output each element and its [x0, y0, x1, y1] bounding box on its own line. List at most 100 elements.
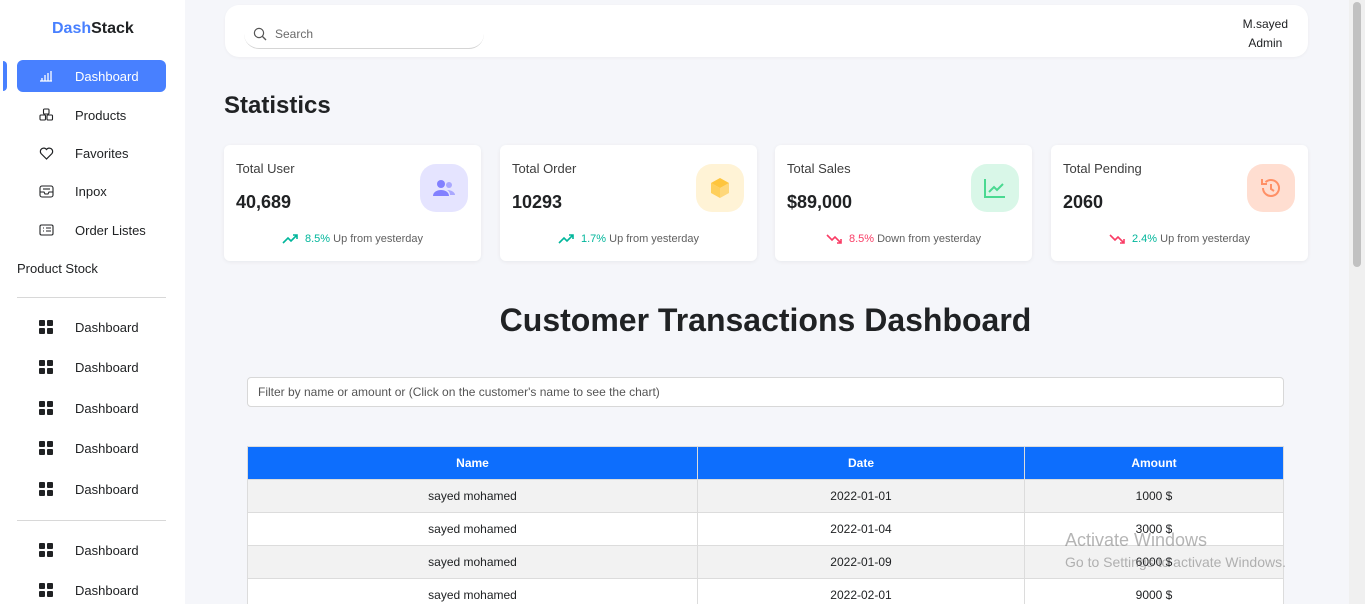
amount-cell: 9000 $: [1024, 578, 1284, 604]
stat-card-trend: 8.5% Up from yesterday: [224, 233, 481, 245]
sidebar-item-label: Products: [75, 107, 127, 123]
active-indicator: [3, 61, 7, 91]
stat-card-total-order: Total Order 10293 1.7% Up from yesterday: [500, 145, 757, 261]
vertical-scrollbar[interactable]: [1349, 0, 1365, 604]
sidebar: DashStack Dashboard Products Favorites I…: [0, 0, 185, 604]
trend-value: 8.5%: [848, 233, 875, 245]
date-cell: 2022-01-09: [697, 545, 1025, 579]
heart-icon: [39, 147, 69, 160]
transactions-title: Customer Transactions Dashboard: [499, 302, 1032, 338]
stat-card-total-pending: Total Pending 2060 2.4% Up from yesterda…: [1051, 145, 1308, 261]
trend-value: 1.7%: [580, 233, 607, 245]
bar-chart-icon: [39, 70, 69, 82]
user-profile[interactable]: M.sayed Admin: [1243, 15, 1288, 53]
search-input[interactable]: [275, 26, 465, 41]
amount-cell: 3000 $: [1024, 512, 1284, 546]
sidebar-item-order-lists[interactable]: Order Listes: [17, 214, 166, 246]
stat-card-title: Total Order: [512, 161, 577, 176]
sidebar-item-label: Inpox: [75, 183, 107, 199]
grid-icon: [39, 401, 69, 415]
user-name: M.sayed: [1242, 17, 1288, 31]
trend-text: Down from yesterday: [877, 233, 982, 245]
customer-name-cell[interactable]: sayed mohamed: [247, 545, 698, 579]
stat-card-value: $89,000: [787, 192, 853, 212]
sidebar-item-products[interactable]: Products: [17, 99, 166, 131]
grid-icon: [39, 543, 69, 557]
column-header-amount[interactable]: Amount: [1024, 446, 1284, 480]
stat-card-title: Total Sales: [787, 161, 851, 176]
transactions-table: Name Date Amount sayed mohamed 2022-01-0…: [247, 446, 1284, 604]
stat-card-value: 2060: [1063, 192, 1104, 212]
stat-card-trend: 1.7% Up from yesterday: [500, 233, 757, 245]
sidebar-item-dashboard-8[interactable]: Dashboard: [17, 574, 166, 604]
column-header-name[interactable]: Name: [247, 446, 698, 480]
trend-down-icon: [826, 234, 842, 244]
table-row: sayed mohamed 2022-01-01 1000 $: [247, 479, 1284, 513]
grid-icon: [39, 482, 69, 496]
amount-cell: 1000 $: [1024, 479, 1284, 513]
trend-text: Up from yesterday: [609, 233, 699, 245]
grid-icon: [39, 320, 69, 334]
sidebar-item-dashboard-3[interactable]: Dashboard: [17, 351, 166, 383]
trend-down-icon: [1109, 234, 1125, 244]
customer-name-cell[interactable]: sayed mohamed: [247, 512, 698, 546]
grid-icon: [39, 441, 69, 455]
sidebar-item-label: Dashboard: [75, 68, 139, 84]
search-icon: [253, 27, 267, 40]
date-cell: 2022-01-01: [697, 479, 1025, 513]
sidebar-item-dashboard-4[interactable]: Dashboard: [17, 392, 166, 424]
sidebar-item-product-stock[interactable]: Product Stock: [17, 252, 166, 284]
sidebar-item-dashboard-7[interactable]: Dashboard: [17, 534, 166, 566]
box-icon: [696, 164, 744, 212]
sidebar-item-label: Dashboard: [75, 542, 139, 558]
history-icon: [1247, 164, 1295, 212]
trend-up-icon: [558, 234, 574, 244]
stat-card-title: Total Pending: [1063, 161, 1142, 176]
customer-name-cell[interactable]: sayed mohamed: [247, 479, 698, 513]
column-header-date[interactable]: Date: [697, 446, 1025, 480]
amount-cell: 6000 $: [1024, 545, 1284, 579]
stat-card-total-user: Total User 40,689 8.5% Up from yesterday: [224, 145, 481, 261]
table-header-row: Name Date Amount: [247, 446, 1284, 480]
sidebar-divider: [17, 520, 166, 521]
trend-text: Up from yesterday: [333, 233, 423, 245]
sidebar-item-label: Favorites: [75, 145, 129, 161]
date-cell: 2022-02-01: [697, 578, 1025, 604]
date-cell: 2022-01-04: [697, 512, 1025, 546]
sidebar-item-label: Dashboard: [75, 440, 139, 456]
sidebar-item-inbox[interactable]: Inpox: [17, 175, 166, 207]
sidebar-item-label: Dashboard: [75, 359, 139, 375]
list-icon: [39, 224, 69, 236]
trend-up-icon: [282, 234, 298, 244]
scrollbar-thumb[interactable]: [1353, 2, 1361, 267]
sidebar-item-favorites[interactable]: Favorites: [17, 137, 166, 169]
stat-card-total-sales: Total Sales $89,000 8.5% Down from yeste…: [775, 145, 1032, 261]
app-logo[interactable]: DashStack: [52, 20, 134, 38]
topbar: M.sayed Admin: [225, 5, 1308, 57]
table-row: sayed mohamed 2022-01-09 6000 $: [247, 545, 1284, 579]
trend-text: Up from yesterday: [1160, 233, 1250, 245]
sidebar-item-dashboard-6[interactable]: Dashboard: [17, 473, 166, 505]
stat-card-title: Total User: [236, 161, 295, 176]
trend-value: 2.4%: [1131, 233, 1158, 245]
stat-card-trend: 8.5% Down from yesterday: [775, 233, 1032, 245]
sidebar-item-label: Product Stock: [17, 260, 98, 276]
inbox-icon: [39, 184, 69, 198]
filter-input[interactable]: [247, 377, 1284, 407]
users-icon: [420, 164, 468, 212]
table-row: sayed mohamed 2022-01-04 3000 $: [247, 512, 1284, 546]
stat-card-value: 10293: [512, 192, 563, 212]
sidebar-item-dashboard[interactable]: Dashboard: [17, 60, 166, 92]
sidebar-item-label: Dashboard: [75, 582, 139, 598]
sidebar-item-dashboard-2[interactable]: Dashboard: [17, 311, 166, 343]
statistics-title: Statistics: [224, 92, 331, 119]
trend-value: 8.5%: [304, 233, 331, 245]
customer-name-cell[interactable]: sayed mohamed: [247, 578, 698, 604]
user-role: Admin: [1248, 36, 1283, 50]
sidebar-item-dashboard-5[interactable]: Dashboard: [17, 432, 166, 464]
stat-card-trend: 2.4% Up from yesterday: [1051, 233, 1308, 245]
sidebar-item-label: Dashboard: [75, 319, 139, 335]
grid-icon: [39, 583, 69, 597]
sidebar-divider: [17, 297, 166, 298]
stat-card-value: 40,689: [236, 192, 292, 212]
